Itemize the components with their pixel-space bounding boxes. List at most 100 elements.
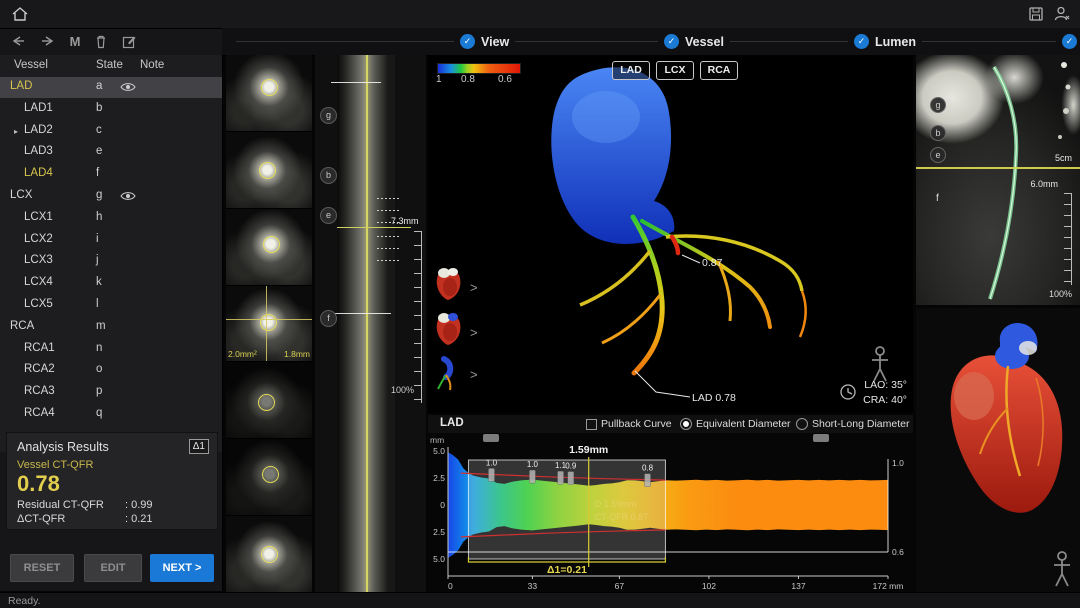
cpr-badge-e: e <box>930 147 946 163</box>
section-marker-line <box>335 313 391 314</box>
pullback-curve-toggle[interactable]: Pullback Curve <box>586 418 672 430</box>
cpr-caliper-label: 6.0mm <box>1030 179 1058 189</box>
lumen-contour-ring <box>261 546 278 563</box>
redo-icon[interactable] <box>38 33 56 51</box>
user-logout-icon[interactable] <box>1052 4 1072 24</box>
vessel-row-lad[interactable]: LADa <box>0 77 222 98</box>
short-long-diameter-radio[interactable]: Short-Long Diameter <box>796 418 909 430</box>
marker-m-icon[interactable]: M <box>66 33 84 51</box>
cra-angle: CRA: 40° <box>863 394 907 406</box>
checkbox-icon[interactable] <box>586 419 597 430</box>
vessel-row-lcx4[interactable]: LCX4k <box>0 273 222 294</box>
svg-text:0.6: 0.6 <box>892 547 904 557</box>
colorbar-tick-06: 0.6 <box>498 74 512 85</box>
coronary-3d-view[interactable]: 1 0.8 0.6 LAD LCX RCA > > > 0.87 LAD 0.7… <box>428 55 913 413</box>
cross-section-thumbnail-6[interactable] <box>226 439 312 515</box>
vessel-row-lcx1[interactable]: LCX1h <box>0 208 222 229</box>
vessel-name: RCA4 <box>24 407 55 419</box>
heart-preset-full[interactable] <box>437 268 461 300</box>
cross-section-thumbnail-5[interactable] <box>226 362 312 438</box>
cross-section-thumbnail-3[interactable] <box>226 209 312 285</box>
equivalent-diameter-radio[interactable]: Equivalent Diameter <box>680 418 791 430</box>
tab-label: Lumen <box>875 35 916 49</box>
heart-3d-render <box>916 308 1080 592</box>
heart-preset-aorta[interactable] <box>437 313 461 345</box>
clock-icon[interactable] <box>841 385 855 399</box>
cross-section-thumbnail-1[interactable] <box>226 55 312 131</box>
cross-section-thumbnail-2[interactable] <box>226 132 312 208</box>
vessel-state: p <box>96 385 102 397</box>
lumen-contour-ring <box>262 466 279 483</box>
tab-adjustment[interactable]: ✓Adjustment <box>1056 33 1080 50</box>
vessel-row-lcx5[interactable]: LCX5l <box>0 295 222 316</box>
heart-3d-view[interactable] <box>916 308 1080 592</box>
vessel-name: LAD3 <box>24 145 53 157</box>
vessel-row-rca[interactable]: RCAm <box>0 317 222 338</box>
edit-note-icon[interactable] <box>120 33 138 51</box>
lumen-contour-ring <box>261 79 278 96</box>
chevron-right-icon[interactable]: > <box>470 325 478 340</box>
radio-on-icon[interactable] <box>680 418 692 430</box>
analysis-title: Analysis Results <box>17 440 109 454</box>
vessel-table-header: Vessel State Note <box>0 55 222 78</box>
svg-text:33: 33 <box>528 581 538 591</box>
vessel-row-rca4[interactable]: RCA4q <box>0 404 222 425</box>
vessel-row-lad4[interactable]: LAD4f <box>0 164 222 185</box>
vessel-state: h <box>96 211 102 223</box>
vessel-row-lad1[interactable]: LAD1b <box>0 99 222 120</box>
qfr-marker[interactable] <box>558 471 564 484</box>
status-text: Ready. <box>8 595 41 607</box>
vessel-row-lad3[interactable]: LAD3e <box>0 142 222 163</box>
lad-button[interactable]: LAD <box>612 61 650 80</box>
radio-off-icon[interactable] <box>796 418 808 430</box>
straightened-vessel-view[interactable]: 7.3mm 100% gbef <box>315 55 426 592</box>
undo-icon[interactable] <box>10 33 28 51</box>
tab-vessel[interactable]: ✓Vessel <box>658 33 730 50</box>
tab-view[interactable]: ✓View <box>454 33 515 50</box>
section-position-line[interactable] <box>916 167 1080 169</box>
lcx-button[interactable]: LCX <box>656 61 694 80</box>
tick-dashes <box>377 260 399 261</box>
vessel-row-lcx2[interactable]: LCX2i <box>0 230 222 251</box>
vessel-row-lad2[interactable]: ▸LAD2c <box>0 121 222 142</box>
chevron-right-icon[interactable]: > <box>470 367 478 382</box>
vessel-row-rca3[interactable]: RCA3p <box>0 382 222 403</box>
eye-icon[interactable] <box>120 81 136 93</box>
heart-preset-tree[interactable] <box>438 359 450 390</box>
range-handle[interactable] <box>483 434 499 442</box>
eye-icon[interactable] <box>120 190 136 202</box>
pullback-chart[interactable]: mm5.02.502.55.01.00.603367102137172 mm1.… <box>428 433 913 592</box>
coronary-3d-render <box>428 55 913 413</box>
tab-lumen[interactable]: ✓Lumen <box>848 33 922 50</box>
cross-section-thumbnail-4[interactable]: 2.0mm²1.8mm <box>226 286 312 362</box>
title-bar <box>0 0 1080 29</box>
qfr-marker[interactable] <box>488 468 494 481</box>
diameter-measurement: 1.8mm <box>284 349 310 359</box>
qfr-marker[interactable] <box>529 470 535 483</box>
qfr-marker[interactable] <box>568 472 574 485</box>
vessel-row-rca1[interactable]: RCA1n <box>0 339 222 360</box>
expand-arrow-icon[interactable]: ▸ <box>14 127 18 136</box>
next-button[interactable]: NEXT > <box>150 554 214 582</box>
home-icon[interactable] <box>10 4 30 24</box>
chevron-right-icon[interactable]: > <box>470 280 478 295</box>
vessel-row-lcx3[interactable]: LCX3j <box>0 251 222 272</box>
delete-icon[interactable] <box>92 33 110 51</box>
vessel-state: i <box>96 233 99 245</box>
vessel-row-rca2[interactable]: RCA2o <box>0 360 222 381</box>
rca-button[interactable]: RCA <box>700 61 738 80</box>
save-icon[interactable] <box>1026 4 1046 24</box>
check-icon: ✓ <box>460 34 475 49</box>
range-handle[interactable] <box>813 434 829 442</box>
vessel-name: LCX3 <box>24 254 53 266</box>
pullback-vessel-label: LAD <box>440 417 464 429</box>
vessel-row-lcx[interactable]: LCXg <box>0 186 222 207</box>
vessel-name: RCA <box>10 320 34 332</box>
reset-button[interactable]: RESET <box>10 554 74 582</box>
edit-button[interactable]: EDIT <box>84 554 142 582</box>
qfr-marker[interactable] <box>645 474 651 487</box>
svg-text:0: 0 <box>448 581 453 591</box>
cross-section-thumbnail-7[interactable] <box>226 516 312 592</box>
cpr-view[interactable]: g b e f 5cm 6.0mm 100% <box>916 55 1080 305</box>
svg-text:5.0: 5.0 <box>433 446 445 456</box>
